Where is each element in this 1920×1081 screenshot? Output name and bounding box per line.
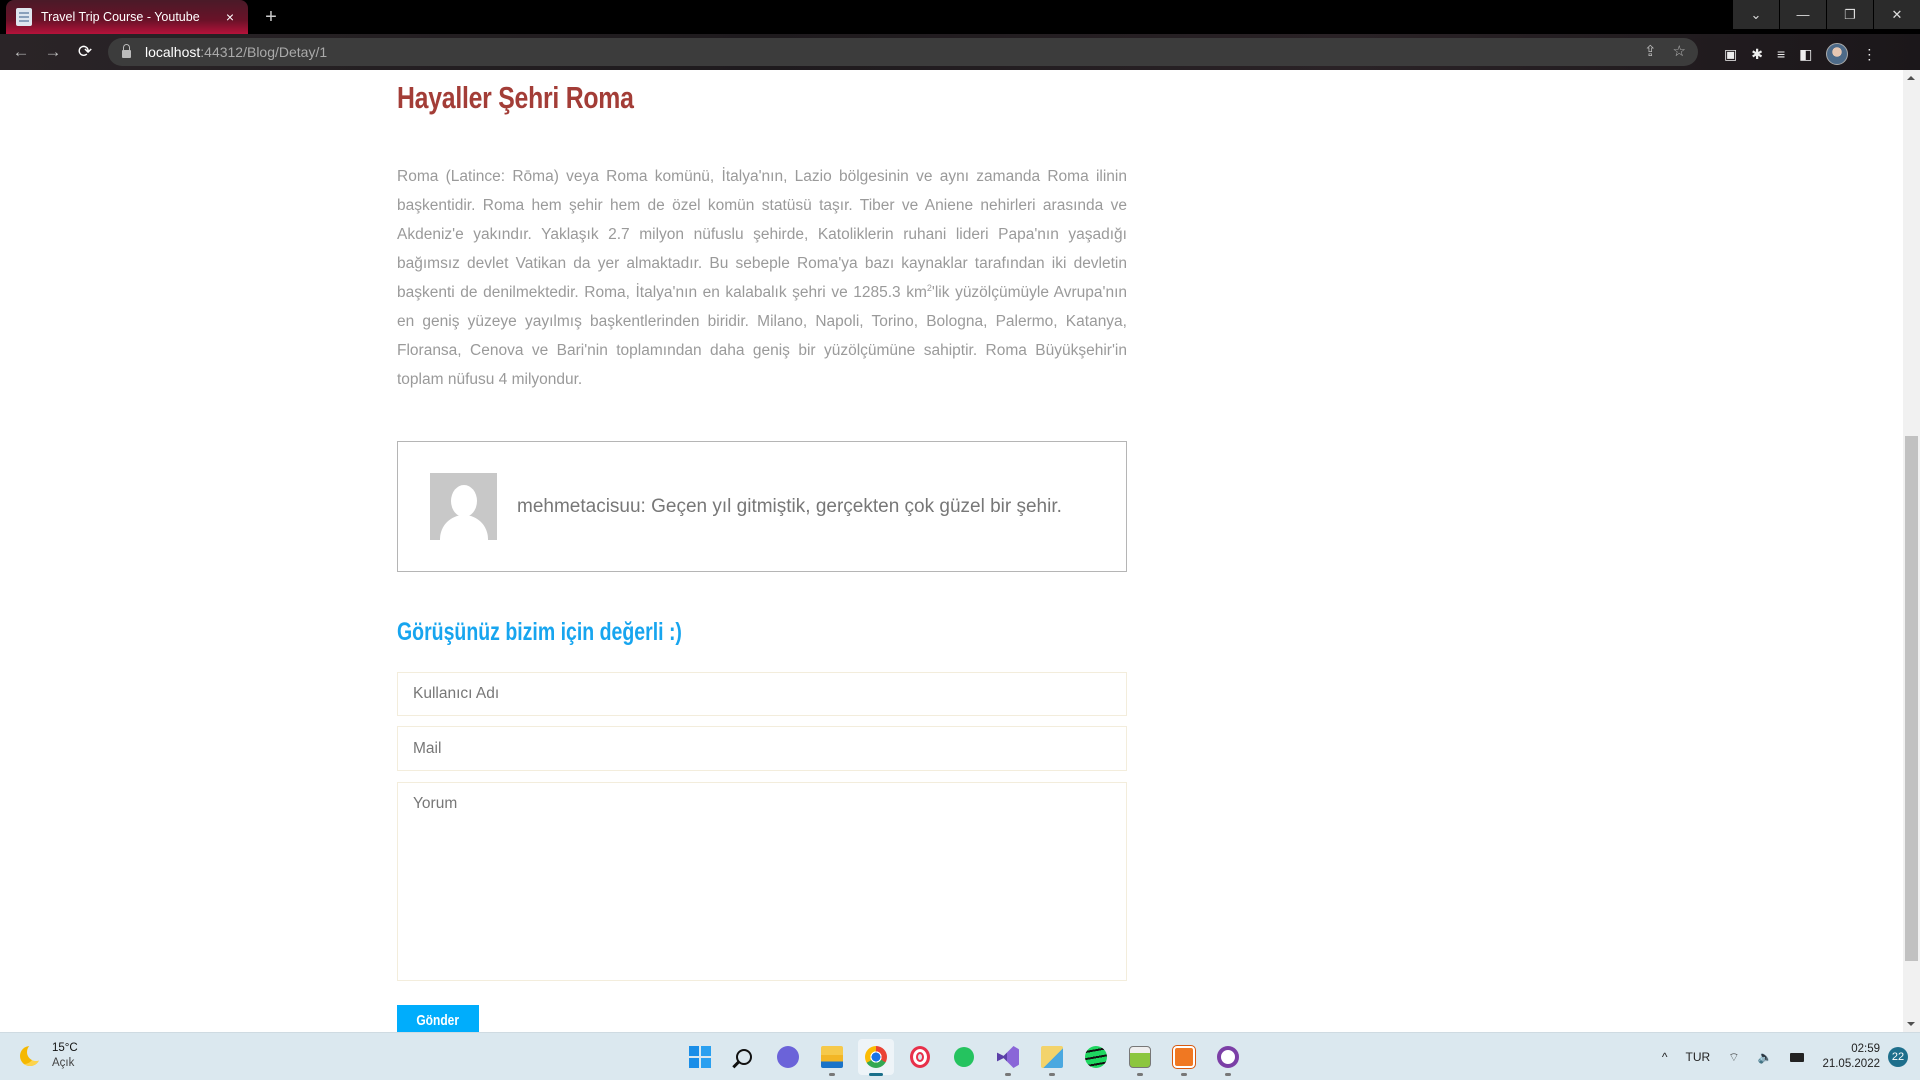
address-bar[interactable]: localhost :44312/Blog/Detay/1 ⇪ ☆	[108, 38, 1698, 66]
share-icon[interactable]: ⇪	[1644, 42, 1657, 60]
media-control-icon[interactable]: ▣	[1724, 46, 1737, 63]
whatsapp-button[interactable]	[946, 1039, 982, 1075]
reload-button[interactable]: ⟳	[74, 41, 96, 63]
url-path: :44312/Blog/Detay/1	[200, 44, 328, 60]
user-avatar-icon	[430, 473, 497, 540]
opera-icon	[910, 1046, 930, 1068]
wifi-icon[interactable]: ⌔	[1728, 1050, 1739, 1065]
mail-input[interactable]	[397, 726, 1127, 771]
comment-form-heading: Görüşünüz bizim için değerli :)	[397, 618, 682, 646]
windows-logo-icon	[689, 1046, 711, 1068]
reading-list-icon[interactable]: ≡	[1777, 46, 1785, 62]
username-input[interactable]	[397, 672, 1127, 716]
search-button[interactable]	[726, 1039, 762, 1075]
notification-badge[interactable]: 22	[1888, 1047, 1908, 1067]
visual-studio-icon	[997, 1046, 1019, 1068]
chat-icon	[777, 1046, 799, 1068]
side-panel-icon[interactable]: ◧	[1799, 46, 1812, 63]
submit-button[interactable]: Gönder	[397, 1005, 479, 1032]
database-tool-icon	[1041, 1046, 1063, 1068]
input-language[interactable]: TUR	[1686, 1050, 1711, 1064]
search-icon	[732, 1049, 752, 1068]
moon-icon	[20, 1043, 45, 1066]
database-tool-button[interactable]	[1034, 1039, 1070, 1076]
close-window-button[interactable]: ✕	[1874, 0, 1920, 29]
scrollbar-thumb[interactable]	[1905, 436, 1918, 961]
restore-button[interactable]: ❐	[1827, 0, 1873, 29]
new-tab-button[interactable]: +	[258, 4, 284, 30]
extension-toolbar: ▣ ✱ ≡ ◧ ⋮	[1724, 43, 1876, 65]
teams-chat-button[interactable]	[770, 1039, 806, 1075]
xampp-icon	[1172, 1045, 1196, 1069]
folder-icon	[821, 1046, 843, 1068]
clock[interactable]: 02:59 21.05.2022	[1822, 1042, 1880, 1072]
post-body-text-1: Roma (Latince: Rōma) veya Roma komünü, İ…	[397, 168, 1127, 301]
browser-tab-bar: Travel Trip Course - Youtube × + ⌄ — ❐ ✕	[0, 0, 1920, 34]
browser-tab[interactable]: Travel Trip Course - Youtube ×	[6, 0, 248, 34]
volume-icon[interactable]: 🔈	[1757, 1050, 1772, 1064]
bookmark-star-icon[interactable]: ☆	[1673, 42, 1686, 60]
forward-button[interactable]: →	[42, 41, 64, 63]
page-favicon-icon	[16, 8, 32, 26]
file-explorer-button[interactable]	[814, 1039, 850, 1076]
profile-avatar[interactable]	[1826, 43, 1849, 65]
notepad-plus-icon	[1129, 1046, 1151, 1068]
taskbar-apps	[682, 1039, 1246, 1076]
comment-text: mehmetacisuu: Geçen yıl gitmiştik, gerçe…	[517, 495, 1062, 517]
back-button[interactable]: ←	[10, 41, 32, 63]
chrome-button[interactable]	[858, 1039, 894, 1076]
github-desktop-button[interactable]	[1210, 1039, 1246, 1076]
post-title: Hayaller Şehri Roma	[397, 80, 634, 115]
extensions-puzzle-icon[interactable]: ✱	[1751, 46, 1763, 63]
whatsapp-icon	[954, 1047, 974, 1067]
post-body: Roma (Latince: Rōma) veya Roma komünü, İ…	[397, 162, 1127, 394]
window-controls: ⌄ — ❐ ✕	[1732, 0, 1920, 29]
system-tray: ^ TUR ⌔ 🔈 02:59 21.05.2022 22	[1662, 1033, 1920, 1081]
show-hidden-icons-chevron-icon[interactable]: ^	[1662, 1050, 1668, 1064]
spotify-button[interactable]	[1078, 1039, 1114, 1075]
start-button[interactable]	[682, 1039, 718, 1075]
tab-title: Travel Trip Course - Youtube	[41, 10, 200, 24]
chrome-icon	[865, 1046, 887, 1068]
page-viewport: Hayaller Şehri Roma Roma (Latince: Rōma)…	[0, 70, 1903, 1032]
notepad-plus-button[interactable]	[1122, 1039, 1158, 1076]
browser-toolbar: ← → ⟳ localhost :44312/Blog/Detay/1 ⇪ ☆ …	[0, 34, 1920, 70]
page-scrollbar[interactable]	[1903, 70, 1920, 1032]
clock-date: 21.05.2022	[1822, 1058, 1880, 1070]
scroll-up-arrow-icon[interactable]	[1907, 76, 1915, 80]
visual-studio-button[interactable]	[990, 1039, 1026, 1076]
xampp-button[interactable]	[1166, 1039, 1202, 1076]
comment-item: mehmetacisuu: Geçen yıl gitmiştik, gerçe…	[397, 441, 1127, 572]
scroll-down-arrow-icon[interactable]	[1907, 1022, 1915, 1026]
windows-taskbar: 15°C Açık ^ TUR ⌔ 🔈 02:59 21.05.2022 22	[0, 1032, 1920, 1080]
submit-button-label: Gönder	[416, 1011, 460, 1029]
close-tab-icon[interactable]: ×	[222, 9, 238, 25]
opera-button[interactable]	[902, 1039, 938, 1075]
tab-search-button[interactable]: ⌄	[1733, 0, 1779, 29]
github-icon	[1217, 1046, 1239, 1068]
weather-widget[interactable]: 15°C Açık	[20, 1041, 78, 1071]
browser-menu-icon[interactable]: ⋮	[1862, 46, 1876, 63]
url-host: localhost	[145, 44, 201, 60]
battery-icon[interactable]	[1790, 1052, 1805, 1062]
spotify-icon	[1085, 1046, 1107, 1068]
clock-time: 02:59	[1851, 1043, 1880, 1055]
minimize-button[interactable]: —	[1780, 0, 1826, 29]
lock-icon	[122, 44, 131, 58]
weather-description: Açık	[52, 1057, 75, 1069]
weather-temperature: 15°C	[52, 1042, 78, 1054]
comment-textarea[interactable]	[397, 782, 1127, 981]
